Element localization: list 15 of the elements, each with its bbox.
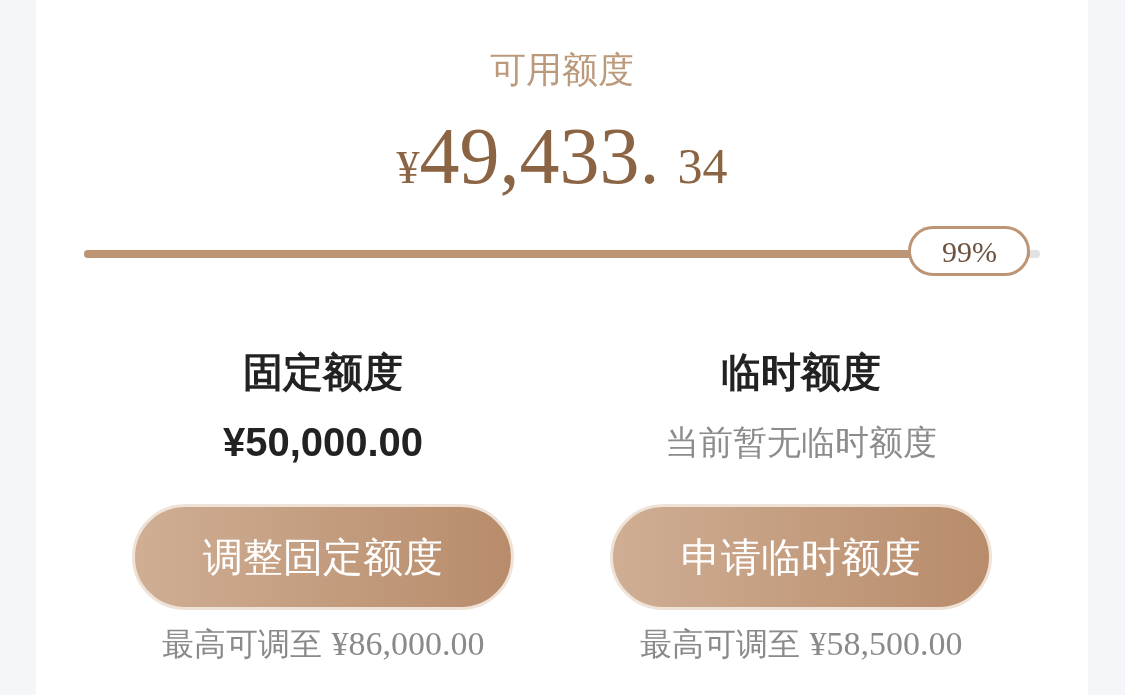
- limit-title: 临时额度: [721, 349, 881, 396]
- currency-symbol: ¥: [396, 142, 420, 193]
- progress-percent-badge: 99%: [908, 226, 1031, 276]
- available-amount: 49,433.: [419, 116, 660, 196]
- limit-action-button[interactable]: 调整固定额度: [132, 504, 514, 610]
- max-limit-amount: ¥86,000.00: [331, 624, 485, 664]
- available-amount-decimal: 34: [677, 137, 728, 196]
- max-limit-amount: ¥58,500.00: [809, 624, 963, 664]
- limit-amount: ¥50,000.00: [222, 419, 424, 466]
- available-credit-label: 可用额度: [490, 48, 634, 92]
- limit-action-button[interactable]: 申请临时额度: [610, 504, 992, 610]
- max-limit-label: 最高可调至: [161, 625, 322, 664]
- max-limit-label: 最高可调至: [639, 625, 800, 664]
- limit-note: 当前暂无临时额度: [665, 422, 937, 463]
- limit-title: 固定额度: [243, 349, 403, 396]
